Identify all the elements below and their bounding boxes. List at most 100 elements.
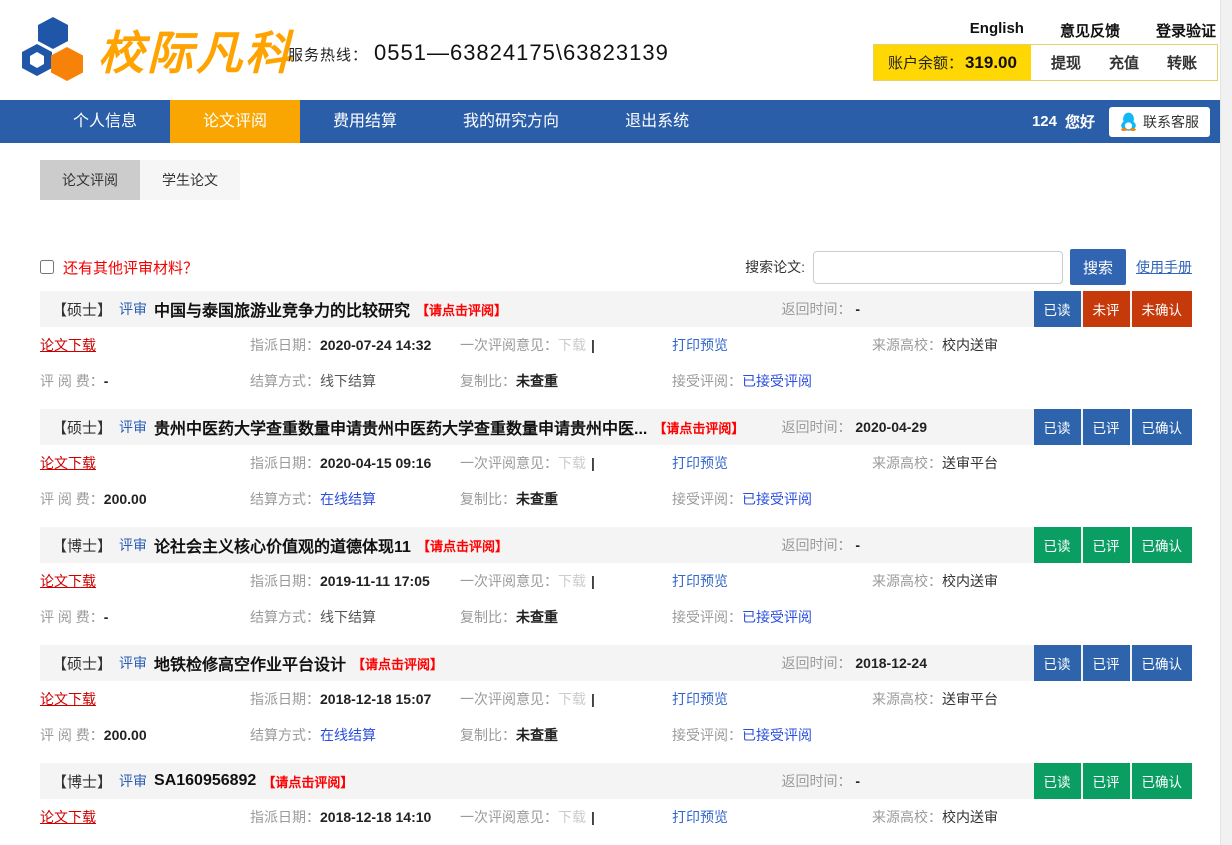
review-link[interactable]: 评审 [119,417,147,437]
language-link[interactable]: English [970,20,1024,41]
tab-2[interactable]: 学生论文 [140,160,240,200]
accept-review-label: 接受评阅： [672,727,742,743]
paper-download-link[interactable]: 论文下载 [40,455,96,471]
print-preview-link[interactable]: 打印预览 [672,691,728,707]
review-fee-label: 评 阅 费： [40,373,104,389]
click-to-review-link[interactable]: 【请点击评阅】 [262,772,353,791]
detail-line-1: 论文下载 指派日期：2019-11-11 17:05 一次评阅意见：下载| 打印… [40,563,1192,599]
print-preview-link[interactable]: 打印预览 [672,573,728,589]
accept-review-link[interactable]: 已接受评阅 [742,609,812,625]
nav-item-3[interactable]: 费用结算 [300,100,430,143]
review-link[interactable]: 评审 [119,771,147,791]
search-input[interactable] [813,251,1063,284]
detail-line-2: 评 阅 费：200.00 结算方式：在线结算 复制比：未查重 接受评阅：已接受评… [40,717,1192,753]
paper-list: 【硕士】 评审 中国与泰国旅游业竞争力的比较研究 【请点击评阅】 返回时间： -… [40,291,1192,835]
other-materials-label: 还有其他评审材料？ [63,257,198,278]
nav-item-4[interactable]: 我的研究方向 [430,100,592,143]
degree-tag: 【硕士】 [52,299,112,320]
assign-date-label: 指派日期： [250,691,320,707]
accept-review-link[interactable]: 已接受评阅 [742,727,812,743]
content: 论文评阅学生论文 还有其他评审材料？ 搜索论文: 搜索 使用手册 【硕士】 评审… [0,160,1232,835]
degree-tag: 【博士】 [52,535,112,556]
settle-method-value: 线下结算 [320,373,376,389]
accept-review-label: 接受评阅： [672,609,742,625]
review-link[interactable]: 评审 [119,299,147,319]
paper-download-link[interactable]: 论文下载 [40,573,96,589]
source-school-value: 校内送审 [942,337,998,353]
tab-bar: 论文评阅学生论文 [40,160,1192,200]
print-preview-link[interactable]: 打印预览 [672,455,728,471]
settle-method-value: 线下结算 [320,609,376,625]
paper-download-link[interactable]: 论文下载 [40,809,96,825]
source-school-value: 校内送审 [942,809,998,825]
contact-support-button[interactable]: 联系客服 [1109,107,1210,137]
first-opinion-label: 一次评阅意见： [460,573,558,589]
review-fee-value: 200.00 [104,727,147,743]
separator: | [591,455,595,471]
print-preview-link[interactable]: 打印预览 [672,337,728,353]
scrollbar[interactable] [1220,0,1232,845]
settle-method-value[interactable]: 在线结算 [320,727,376,743]
click-to-review-link[interactable]: 【请点击评阅】 [417,536,508,555]
return-time: 返回时间： 2020-04-29 [782,417,1034,437]
nav-items: 个人信息论文评阅费用结算我的研究方向退出系统 [40,100,722,143]
print-preview-link[interactable]: 打印预览 [672,809,728,825]
review-fee-value: - [104,373,109,389]
transfer-link[interactable]: 转账 [1167,52,1197,73]
paper-download-link[interactable]: 论文下载 [40,337,96,353]
paper-title: 中国与泰国旅游业竞争力的比较研究 [154,297,410,321]
return-time: 返回时间： - [782,299,1034,319]
paper-details: 论文下载 指派日期：2020-04-15 09:16 一次评阅意见：下载| 打印… [40,445,1192,517]
opinion-download-link: 下载 [558,809,586,825]
settle-method-value[interactable]: 在线结算 [320,491,376,507]
user-manual-link[interactable]: 使用手册 [1136,257,1192,277]
hotline-label: 服务热线： [288,44,368,65]
return-time-label: 返回时间： [782,773,852,789]
copy-ratio-label: 复制比： [460,491,516,507]
source-school-value: 校内送审 [942,573,998,589]
feedback-link[interactable]: 意见反馈 [1060,20,1120,41]
other-materials-checkbox[interactable] [40,260,54,274]
source-school-label: 来源高校： [872,337,942,353]
paper-row: 【硕士】 评审 贵州中医药大学查重数量申请贵州中医药大学查重数量申请贵州中医..… [40,409,1192,517]
paper-title: SA160956892 [154,772,256,790]
recharge-link[interactable]: 充值 [1109,52,1139,73]
assign-date-label: 指派日期： [250,455,320,471]
click-to-review-link[interactable]: 【请点击评阅】 [653,418,744,437]
user-id: 124 [1032,113,1057,130]
detail-line-1: 论文下载 指派日期：2018-12-18 14:10 一次评阅意见：下载| 打印… [40,799,1192,835]
accept-review-link[interactable]: 已接受评阅 [742,373,812,389]
copy-ratio-value: 未查重 [516,491,558,507]
click-to-review-link[interactable]: 【请点击评阅】 [352,654,443,673]
status-badge: 已读 [1034,527,1081,563]
login-verify-link[interactable]: 登录验证 [1156,20,1216,41]
filter-search-row: 还有其他评审材料？ 搜索论文: 搜索 使用手册 [40,249,1192,285]
status-badge: 已评 [1083,763,1130,799]
search-button[interactable]: 搜索 [1070,249,1126,285]
withdraw-link[interactable]: 提现 [1051,52,1081,73]
status-badge: 已读 [1034,763,1081,799]
opinion-download-link: 下载 [558,691,586,707]
copy-ratio-value: 未查重 [516,609,558,625]
click-to-review-link[interactable]: 【请点击评阅】 [416,300,507,319]
nav-item-2[interactable]: 论文评阅 [170,100,300,143]
qq-icon [1120,112,1137,131]
tab-1[interactable]: 论文评阅 [40,160,140,200]
nav-item-5[interactable]: 退出系统 [592,100,722,143]
paper-title: 贵州中医药大学查重数量申请贵州中医药大学查重数量申请贵州中医... [154,415,647,439]
nav-item-1[interactable]: 个人信息 [40,100,170,143]
copy-ratio-label: 复制比： [460,609,516,625]
paper-download-link[interactable]: 论文下载 [40,691,96,707]
assign-date-label: 指派日期： [250,573,320,589]
settle-method-label: 结算方式： [250,609,320,625]
greeting-text: 您好 [1065,111,1095,132]
review-link[interactable]: 评审 [119,535,147,555]
return-time-label: 返回时间： [782,301,852,317]
return-time-value: 2020-04-29 [855,419,927,435]
accept-review-link[interactable]: 已接受评阅 [742,491,812,507]
status-badge: 已确认 [1132,763,1193,799]
review-link[interactable]: 评审 [119,653,147,673]
review-fee-label: 评 阅 费： [40,727,104,743]
paper-title-bar: 【硕士】 评审 贵州中医药大学查重数量申请贵州中医药大学查重数量申请贵州中医..… [40,409,1192,445]
status-badges: 已读已评已确认 [1034,645,1193,681]
